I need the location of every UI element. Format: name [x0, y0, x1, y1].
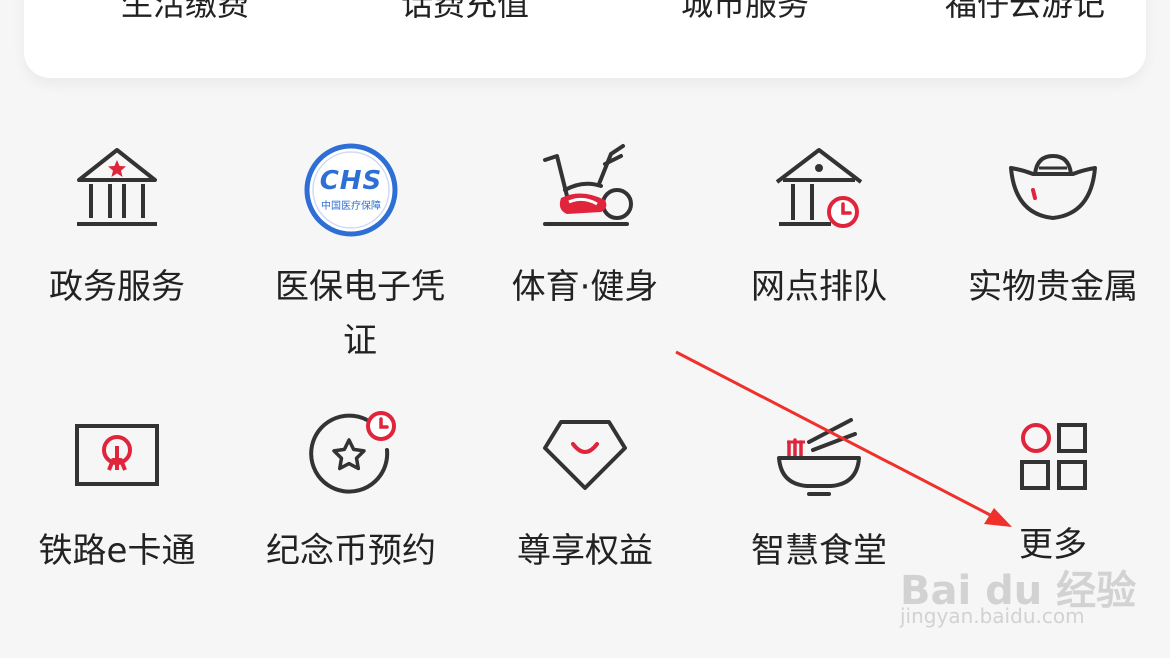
commemorative-coin-icon: [301, 406, 401, 506]
chs-logo-subtext: 中国医疗保障: [321, 201, 381, 212]
service-exclusive-benefits[interactable]: 尊享权益: [468, 406, 702, 576]
service-sports-fitness[interactable]: 体育·健身: [468, 140, 702, 370]
service-commemorative-coin[interactable]: 纪念币预约: [234, 406, 468, 576]
gold-ingot-icon: [1003, 140, 1103, 240]
service-label: 更多: [1019, 525, 1087, 565]
branch-queue-icon: [769, 140, 869, 240]
service-more[interactable]: 更多: [936, 406, 1170, 576]
noodle-bowl-icon: [769, 406, 869, 506]
service-medical-insurance[interactable]: CHS 中国医疗保障 医保电子凭证: [234, 140, 468, 370]
service-label: 体育·健身: [511, 267, 659, 307]
top-item-phone-recharge[interactable]: 话费充值: [348, 0, 582, 22]
service-label: 智慧食堂: [751, 531, 887, 571]
service-label: 尊享权益: [517, 531, 653, 571]
service-label: 纪念币预约: [266, 531, 436, 571]
service-smart-canteen[interactable]: 智慧食堂: [702, 406, 936, 576]
service-precious-metals[interactable]: 实物贵金属: [936, 140, 1170, 370]
service-label: 政务服务: [49, 267, 185, 307]
diamond-icon: [535, 406, 635, 506]
top-item-city-services[interactable]: 城市服务: [628, 0, 862, 22]
service-label: 实物贵金属: [968, 267, 1138, 307]
service-label: 铁路e卡通: [38, 531, 196, 571]
government-building-icon: [67, 140, 167, 240]
service-railway-card[interactable]: 铁路e卡通: [0, 406, 234, 576]
railway-card-icon: [67, 406, 167, 506]
services-grid: 政务服务 CHS 中国医疗保障 医保电子凭证 体育·健身 网点排队 实物贵金属 …: [0, 100, 1170, 658]
service-label: 网点排队: [751, 267, 887, 307]
chs-logo-text: CHS: [319, 166, 383, 196]
service-label: 医保电子凭证: [275, 267, 445, 361]
exercise-bike-icon: [535, 140, 635, 240]
service-government[interactable]: 政务服务: [0, 140, 234, 370]
medical-insurance-logo-icon: CHS 中国医疗保障: [301, 140, 401, 240]
more-grid-icon: [1003, 406, 1103, 506]
top-item-utility-payment[interactable]: 生活缴费: [68, 0, 302, 22]
top-shortcuts-card: 生活缴费 话费充值 城市服务 福仔云游记: [24, 0, 1146, 78]
top-item-travel-notes[interactable]: 福仔云游记: [908, 0, 1142, 22]
service-branch-queue[interactable]: 网点排队: [702, 140, 936, 370]
